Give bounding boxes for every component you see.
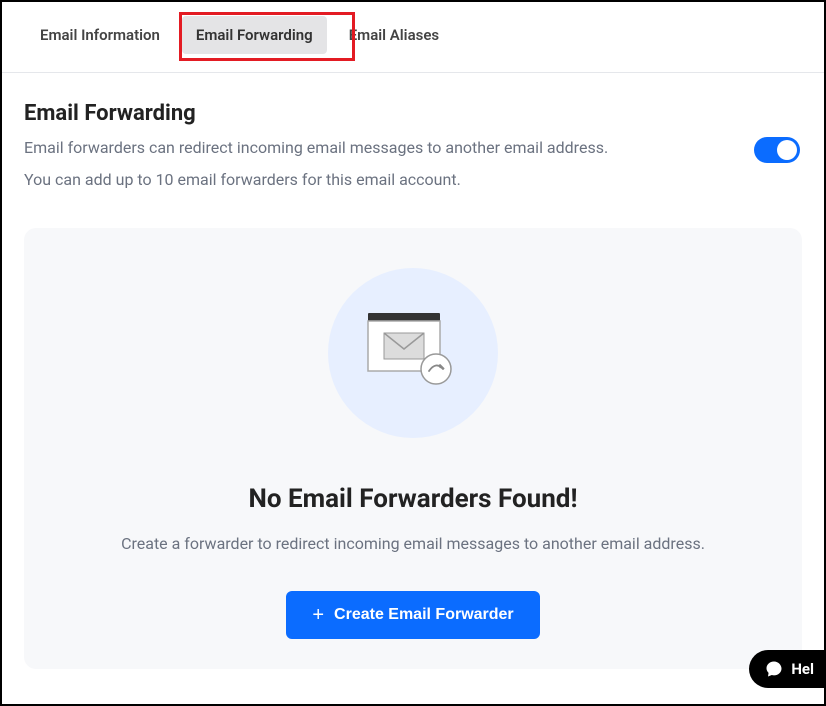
empty-description: Create a forwarder to redirect incoming … (54, 534, 772, 553)
help-button[interactable]: Hel (749, 650, 826, 688)
toggle-knob (777, 140, 797, 160)
section-title: Email Forwarding (24, 101, 754, 126)
section-description-2: You can add up to 10 email forwarders fo… (24, 168, 754, 192)
chat-icon (765, 660, 783, 678)
tabs-bar: Email Information Email Forwarding Email… (2, 2, 824, 73)
help-label: Hel (791, 660, 814, 678)
forwarding-toggle[interactable] (754, 137, 800, 163)
empty-illustration (328, 268, 498, 438)
header-text: Email Forwarding Email forwarders can re… (24, 101, 754, 192)
plus-icon: + (312, 605, 324, 625)
empty-title: No Email Forwarders Found! (54, 484, 772, 514)
tab-email-aliases[interactable]: Email Aliases (335, 16, 453, 54)
empty-state-card: No Email Forwarders Found! Create a forw… (24, 228, 802, 669)
create-button-label: Create Email Forwarder (334, 606, 514, 624)
mail-forward-icon (364, 311, 462, 395)
header-row: Email Forwarding Email forwarders can re… (24, 101, 802, 192)
tab-email-information[interactable]: Email Information (26, 16, 174, 54)
tab-email-forwarding[interactable]: Email Forwarding (182, 16, 327, 54)
create-forwarder-button[interactable]: + Create Email Forwarder (286, 591, 539, 639)
content-area: Email Forwarding Email forwarders can re… (2, 73, 824, 669)
section-description-1: Email forwarders can redirect incoming e… (24, 136, 754, 160)
